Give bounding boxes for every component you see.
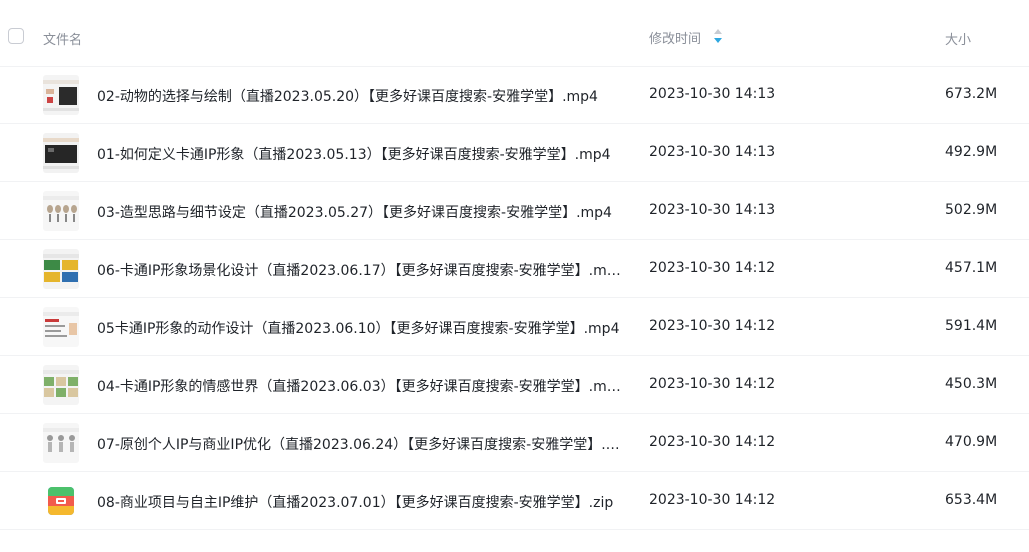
- file-row[interactable]: 05卡通IP形象的动作设计（直播2023.06.10）【更多好课百度搜索-安雅学…: [0, 298, 1029, 356]
- file-row[interactable]: 07-原创个人IP与商业IP优化（直播2023.06.24）【更多好课百度搜索-…: [0, 414, 1029, 472]
- file-name[interactable]: 01-如何定义卡通IP形象（直播2023.05.13）【更多好课百度搜索-安雅学…: [97, 144, 611, 164]
- file-row[interactable]: 08-商业项目与自主IP维护（直播2023.07.01）【更多好课百度搜索-安雅…: [0, 472, 1029, 530]
- video-thumbnail-icon: [43, 133, 79, 173]
- file-modified-time: 2023-10-30 14:13: [649, 86, 776, 102]
- sort-icon[interactable]: [712, 28, 724, 44]
- file-modified-time: 2023-10-30 14:12: [649, 318, 776, 334]
- file-modified-time: 2023-10-30 14:12: [649, 260, 776, 276]
- video-thumbnail-icon: [43, 249, 79, 289]
- file-name[interactable]: 08-商业项目与自主IP维护（直播2023.07.01）【更多好课百度搜索-安雅…: [97, 492, 613, 512]
- file-row[interactable]: 02-动物的选择与绘制（直播2023.05.20）【更多好课百度搜索-安雅学堂】…: [0, 66, 1029, 124]
- file-size: 470.9M: [945, 434, 998, 450]
- file-row[interactable]: 01-如何定义卡通IP形象（直播2023.05.13）【更多好课百度搜索-安雅学…: [0, 124, 1029, 182]
- file-name[interactable]: 05卡通IP形象的动作设计（直播2023.06.10）【更多好课百度搜索-安雅学…: [97, 318, 619, 338]
- file-name[interactable]: 04-卡通IP形象的情感世界（直播2023.06.03）【更多好课百度搜索-安雅…: [97, 376, 622, 396]
- file-size: 492.9M: [945, 144, 998, 160]
- file-list-view: 文件名 修改时间 大小 02-动物的选择与绘制（直播2023.05.20）【更多…: [0, 0, 1029, 552]
- file-row[interactable]: 03-造型思路与细节设定（直播2023.05.27）【更多好课百度搜索-安雅学堂…: [0, 182, 1029, 240]
- column-header-name[interactable]: 文件名: [43, 29, 82, 48]
- select-all-checkbox[interactable]: [8, 28, 24, 44]
- file-modified-time: 2023-10-30 14:12: [649, 434, 776, 450]
- file-modified-time: 2023-10-30 14:12: [649, 376, 776, 392]
- video-thumbnail-icon: [43, 191, 79, 231]
- zip-archive-icon: [43, 481, 79, 521]
- file-size: 591.4M: [945, 318, 998, 334]
- video-thumbnail-icon: [43, 365, 79, 405]
- file-name[interactable]: 03-造型思路与细节设定（直播2023.05.27）【更多好课百度搜索-安雅学堂…: [97, 202, 612, 222]
- file-name[interactable]: 07-原创个人IP与商业IP优化（直播2023.06.24）【更多好课百度搜索-…: [97, 434, 622, 454]
- file-size: 450.3M: [945, 376, 998, 392]
- video-thumbnail-icon: [43, 75, 79, 115]
- file-size: 673.2M: [945, 86, 998, 102]
- file-name[interactable]: 06-卡通IP形象场景化设计（直播2023.06.17）【更多好课百度搜索-安雅…: [97, 260, 622, 280]
- video-thumbnail-icon: [43, 423, 79, 463]
- file-size: 653.4M: [945, 492, 998, 508]
- video-thumbnail-icon: [43, 307, 79, 347]
- file-row[interactable]: 06-卡通IP形象场景化设计（直播2023.06.17）【更多好课百度搜索-安雅…: [0, 240, 1029, 298]
- file-size: 502.9M: [945, 202, 998, 218]
- file-list-header: 文件名 修改时间 大小: [0, 0, 1029, 67]
- file-modified-time: 2023-10-30 14:13: [649, 202, 776, 218]
- file-row[interactable]: 04-卡通IP形象的情感世界（直播2023.06.03）【更多好课百度搜索-安雅…: [0, 356, 1029, 414]
- file-modified-time: 2023-10-30 14:12: [649, 492, 776, 508]
- file-modified-time: 2023-10-30 14:13: [649, 144, 776, 160]
- column-header-modified-time[interactable]: 修改时间: [649, 28, 701, 47]
- file-name[interactable]: 02-动物的选择与绘制（直播2023.05.20）【更多好课百度搜索-安雅学堂】…: [97, 86, 598, 106]
- column-header-size[interactable]: 大小: [945, 29, 971, 48]
- file-size: 457.1M: [945, 260, 998, 276]
